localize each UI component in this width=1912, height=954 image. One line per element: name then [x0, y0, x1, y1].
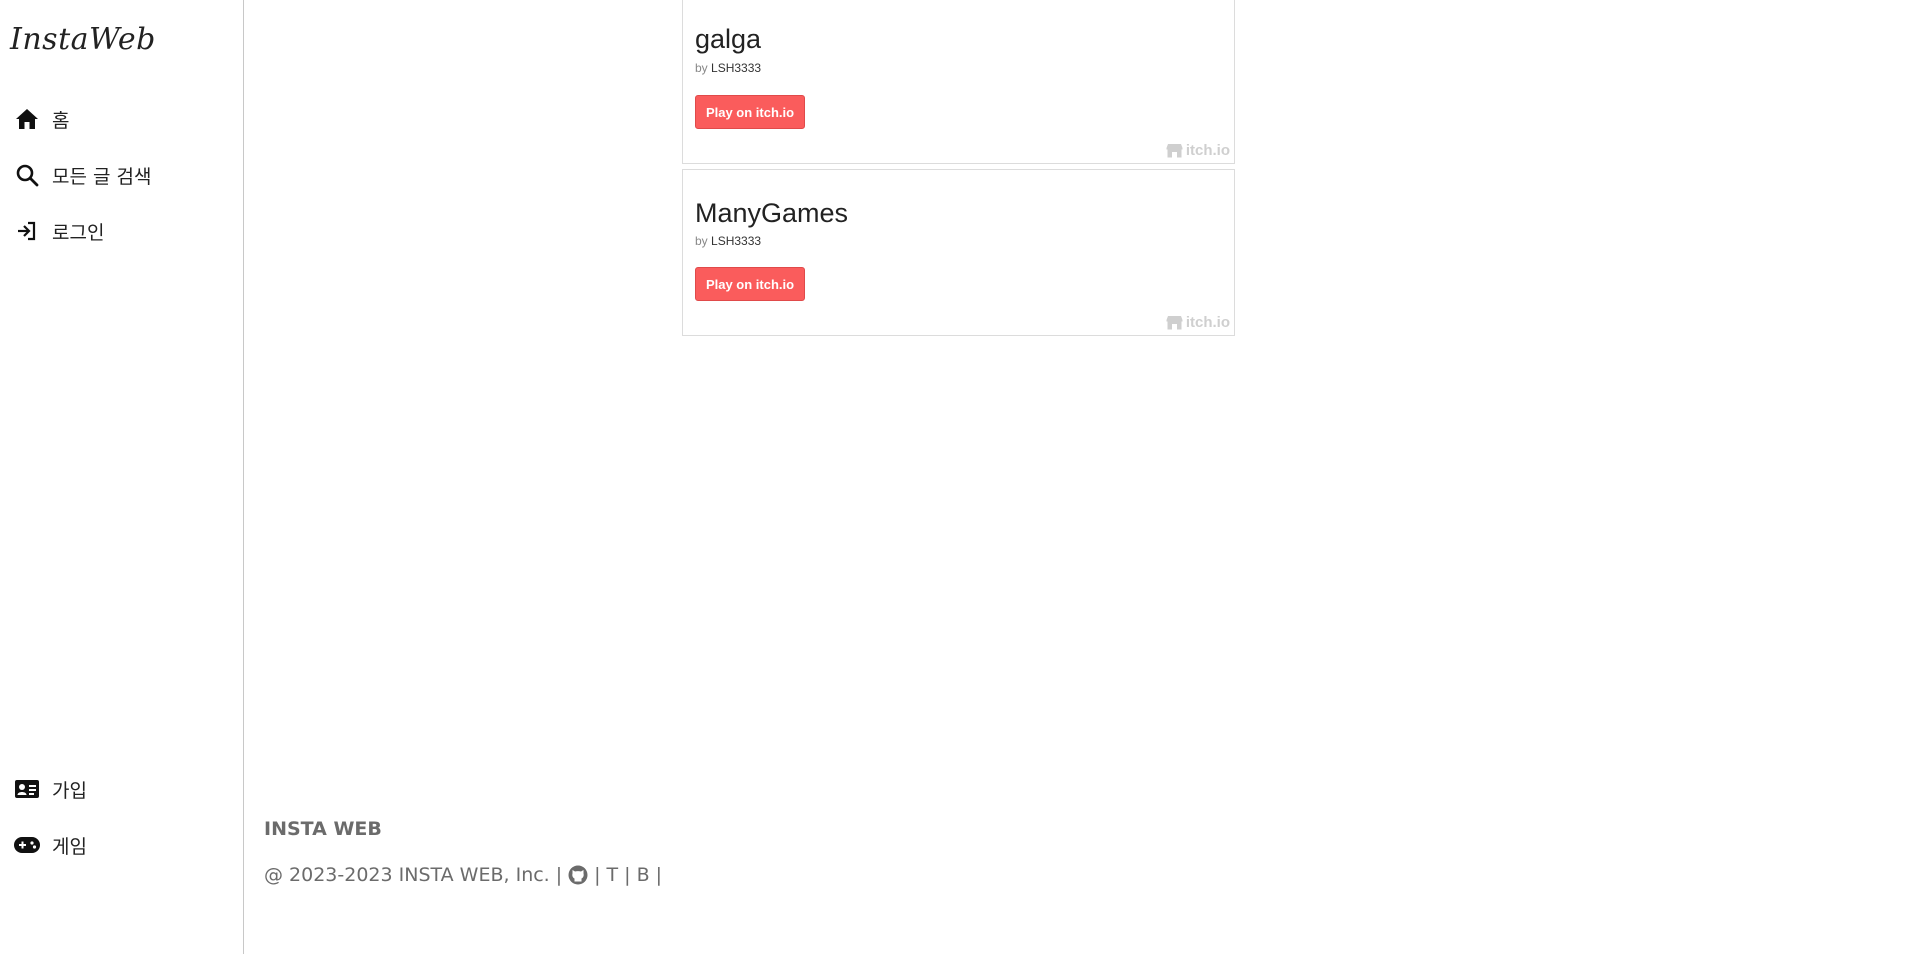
github-icon: [568, 865, 588, 885]
nav-game-label: 게임: [52, 835, 87, 858]
footer-separator: |: [555, 864, 563, 886]
id-card-icon: [14, 776, 40, 802]
game-card: ManyGames by LSH3333 Play on itch.io itc…: [682, 169, 1235, 336]
byline-prefix: by: [695, 61, 708, 75]
itchio-badge-label: itch.io: [1185, 142, 1230, 159]
nav-game[interactable]: 게임: [14, 827, 87, 863]
game-title: ManyGames: [695, 198, 849, 228]
itchio-icon: [1166, 144, 1183, 158]
footer-link-t[interactable]: T: [607, 864, 619, 886]
play-on-itchio-button[interactable]: Play on itch.io: [695, 95, 805, 129]
game-byline: by LSH3333: [695, 234, 761, 248]
game-title: galga: [695, 24, 762, 54]
sidebar: InstaWeb 홈 모든 글 검색 로그인 가입 게임: [0, 0, 244, 954]
logo[interactable]: InstaWeb: [10, 22, 156, 57]
search-icon: [14, 162, 40, 188]
nav-join-label: 가입: [52, 779, 87, 802]
byline-prefix: by: [695, 234, 708, 248]
nav-join[interactable]: 가입: [14, 771, 87, 807]
play-on-itchio-button[interactable]: Play on itch.io: [695, 267, 805, 301]
nav-login[interactable]: 로그인: [14, 213, 104, 249]
footer-separator: |: [594, 864, 601, 886]
itchio-icon: [1166, 316, 1183, 330]
footer-separator: |: [655, 864, 663, 886]
game-author-link[interactable]: LSH3333: [711, 61, 761, 75]
footer-title: INSTA WEB: [264, 818, 382, 840]
login-icon: [14, 218, 40, 244]
game-author-link[interactable]: LSH3333: [711, 234, 761, 248]
nav-search[interactable]: 모든 글 검색: [14, 157, 151, 193]
game-card: galga by LSH3333 Play on itch.io itch.io: [682, 0, 1235, 164]
nav-search-label: 모든 글 검색: [52, 165, 152, 188]
itchio-badge-label: itch.io: [1185, 314, 1230, 331]
game-byline: by LSH3333: [695, 61, 761, 75]
github-link[interactable]: [568, 865, 588, 885]
itchio-badge[interactable]: itch.io: [1166, 142, 1230, 159]
itchio-badge[interactable]: itch.io: [1166, 314, 1230, 331]
footer-link-b[interactable]: B: [637, 864, 650, 886]
nav-home[interactable]: 홈: [14, 101, 69, 137]
footer-separator: |: [624, 864, 631, 886]
gamepad-icon: [14, 832, 40, 858]
home-icon: [14, 106, 40, 132]
nav-login-label: 로그인: [52, 221, 105, 244]
footer-copyright-line: @ 2023-2023 INSTA WEB, Inc. | | T | B |: [264, 864, 668, 886]
nav-home-label: 홈: [52, 109, 70, 132]
footer-copyright: @ 2023-2023 INSTA WEB, Inc.: [264, 864, 550, 886]
